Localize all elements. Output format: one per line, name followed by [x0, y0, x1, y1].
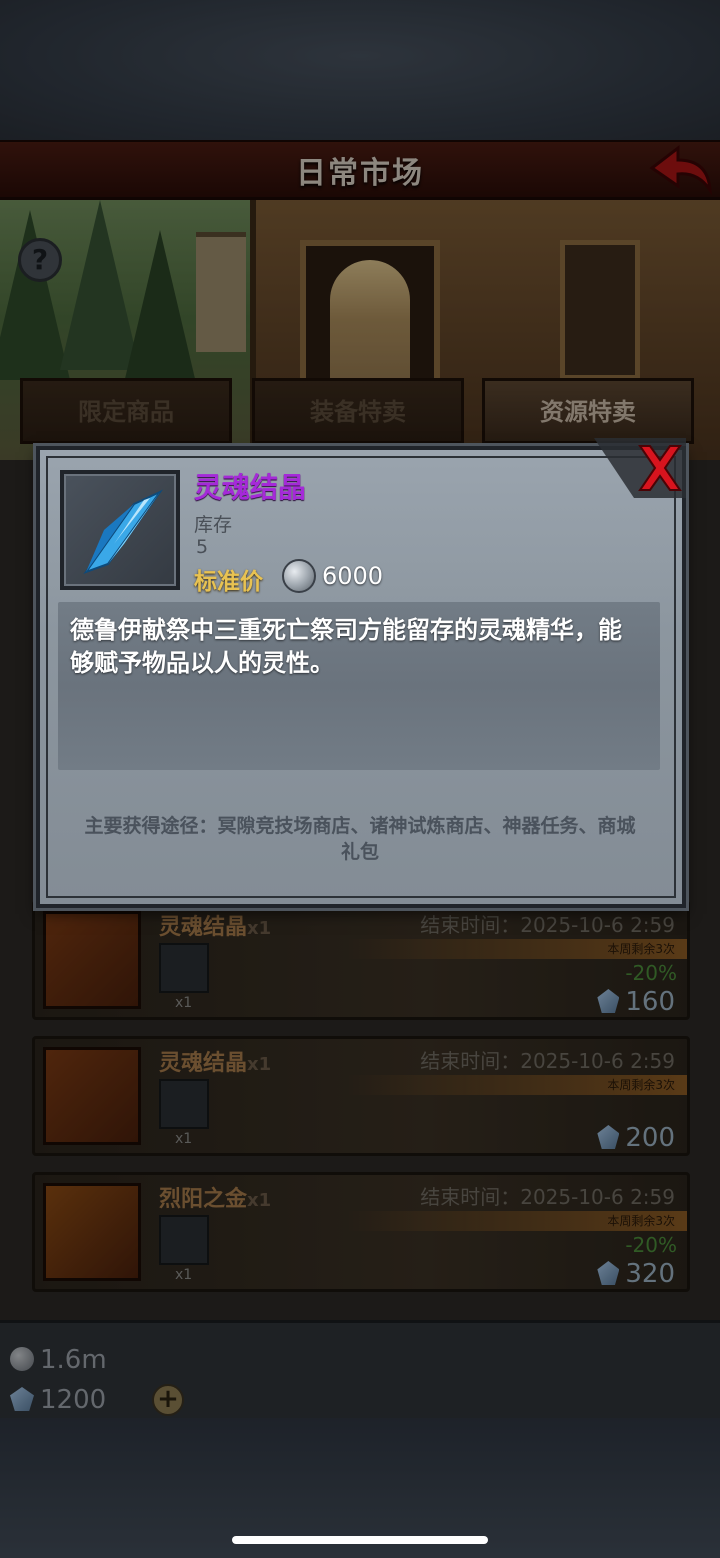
standard-price-label: 标准价 — [194, 569, 263, 595]
silver-coin-icon — [282, 559, 316, 593]
crystal-icon — [83, 489, 164, 575]
close-icon[interactable] — [594, 438, 686, 498]
item-description: 德鲁伊献祭中三重死亡祭司方能留存的灵魂精华，能够赋予物品以人的灵性。 — [70, 616, 622, 677]
item-icon-frame — [60, 470, 180, 590]
acquisition-source: 主要获得途径：冥隙竞技场商店、诸神试炼商店、神器任务、商城礼包 — [84, 815, 636, 863]
item-name: 灵魂结晶 — [194, 471, 307, 504]
home-indicator[interactable] — [232, 1536, 488, 1544]
standard-price-value: 6000 — [322, 562, 384, 590]
stock-label: 库存 — [194, 514, 233, 536]
stock-value: 5 — [196, 536, 209, 558]
